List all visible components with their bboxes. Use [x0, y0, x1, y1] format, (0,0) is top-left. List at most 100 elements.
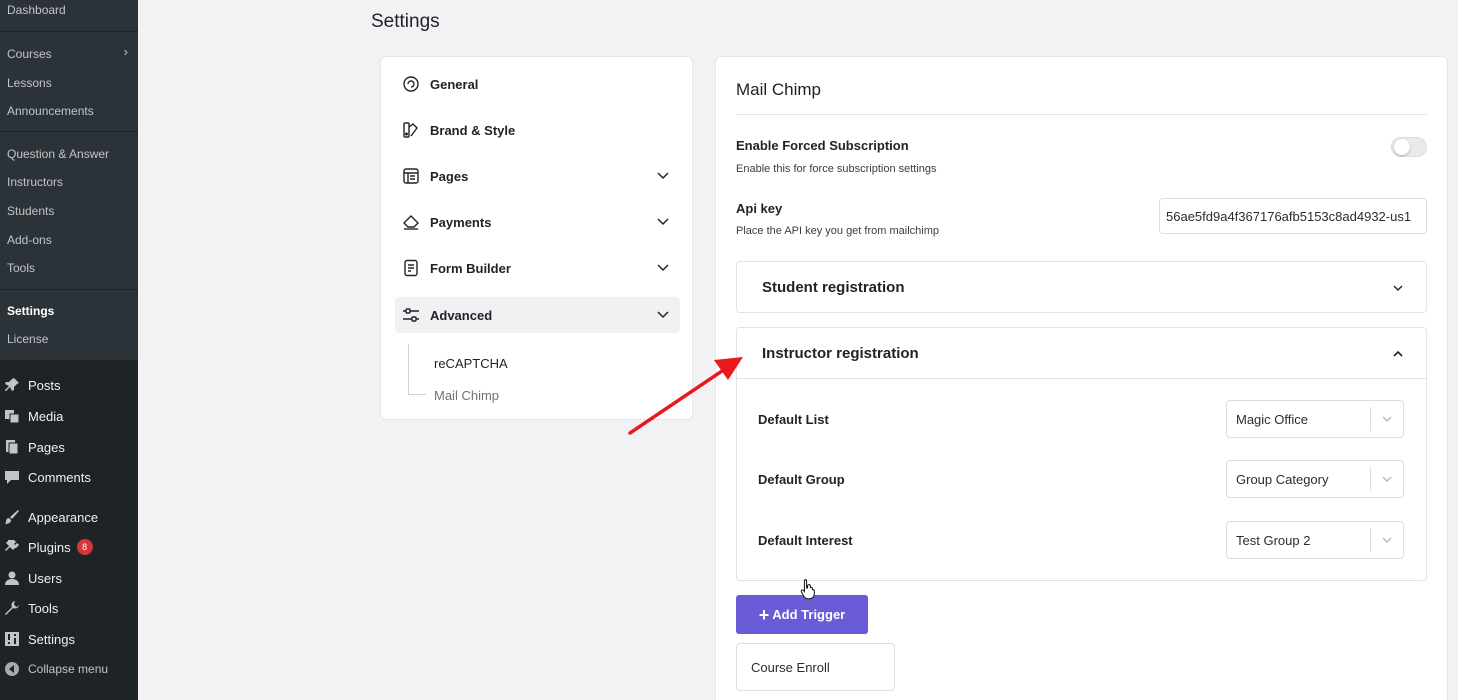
submenu-divider [0, 289, 138, 290]
settings-icon [4, 631, 20, 647]
forced-subscription-label: Enable Forced Subscription [736, 138, 909, 153]
api-key-label: Api key [736, 201, 783, 216]
submenu-announcements[interactable]: Announcements [7, 104, 94, 118]
nav-item-brand-style[interactable]: Brand & Style [395, 112, 680, 148]
nav-item-label: Pages [430, 168, 469, 184]
subnav-item-recaptcha[interactable]: reCAPTCHA [434, 356, 508, 371]
comment-icon [4, 469, 20, 485]
accordion-header[interactable]: Instructor registration [737, 328, 1426, 378]
chevron-up-icon [1392, 347, 1404, 364]
select-value: Test Group 2 [1236, 532, 1311, 548]
default-interest-select[interactable]: Test Group 2 [1226, 521, 1404, 559]
nav-item-label: Advanced [430, 307, 493, 323]
general-icon [402, 75, 420, 93]
accordion-title: Instructor registration [762, 344, 919, 362]
hand-cursor-icon [800, 579, 815, 600]
pin-icon [4, 377, 20, 393]
chevron-down-icon [1371, 534, 1403, 546]
menu-item-media[interactable]: Media [0, 404, 138, 428]
media-icon [4, 408, 20, 424]
accordion-body: Default List Magic Office Default Group … [737, 378, 1426, 580]
subnav-tree-tick [408, 394, 426, 395]
nav-item-payments[interactable]: Payments [395, 204, 680, 240]
chevron-down-icon [656, 214, 670, 231]
submenu-dashboard[interactable]: Dashboard [7, 3, 66, 17]
menu-item-comments[interactable]: Comments [0, 465, 138, 489]
menu-item-label: Comments [28, 469, 91, 485]
submenu-divider [0, 31, 138, 32]
select-value: Group Category [1236, 471, 1329, 487]
mailchimp-settings-card: Mail Chimp Enable Forced Subscription En… [715, 56, 1448, 700]
menu-item-tools[interactable]: Tools [0, 596, 138, 620]
default-interest-label: Default Interest [758, 533, 853, 548]
api-key-input[interactable] [1159, 198, 1427, 234]
submenu-settings[interactable]: Settings [7, 304, 54, 318]
menu-item-pages[interactable]: Pages [0, 435, 138, 459]
menu-item-plugins[interactable]: Plugins 8 [0, 535, 138, 559]
nav-item-label: Payments [430, 214, 492, 230]
menu-item-posts[interactable]: Posts [0, 373, 138, 397]
menu-item-settings[interactable]: Settings [0, 627, 138, 651]
collapse-icon [4, 661, 20, 677]
menu-item-label: Tools [28, 600, 59, 616]
plug-icon [4, 539, 20, 555]
submenu-students[interactable]: Students [7, 204, 54, 218]
chevron-down-icon [656, 260, 670, 277]
subnav-item-mail-chimp[interactable]: Mail Chimp [434, 388, 499, 403]
add-trigger-button[interactable]: + Add Trigger [736, 595, 868, 634]
menu-item-appearance[interactable]: Appearance [0, 505, 138, 529]
submenu-tools[interactable]: Tools [7, 261, 35, 275]
add-trigger-label: Add Trigger [772, 607, 846, 622]
default-group-label: Default Group [758, 472, 845, 487]
chevron-down-icon [1371, 473, 1403, 485]
submenu-divider [0, 131, 138, 132]
menu-item-label: Settings [28, 631, 75, 647]
menu-item-users[interactable]: Users [0, 566, 138, 590]
submenu-instructors[interactable]: Instructors [7, 175, 63, 189]
pages-icon [402, 167, 420, 185]
trigger-label: Course Enroll [751, 659, 830, 675]
default-list-select[interactable]: Magic Office [1226, 400, 1404, 438]
section-divider [736, 114, 1427, 115]
subnav-tree-line [408, 344, 409, 394]
toggle-knob [1394, 139, 1410, 155]
trigger-course-enroll[interactable]: Course Enroll [736, 643, 895, 691]
collapse-menu-button[interactable]: Collapse menu [0, 657, 138, 681]
wp-admin-sidebar: Dashboard Courses › Lessons Announcement… [0, 0, 138, 700]
menu-item-label: Pages [28, 439, 65, 455]
nav-item-label: Form Builder [430, 260, 511, 276]
brand-style-icon [402, 121, 420, 139]
form-builder-icon [402, 259, 420, 277]
student-registration-accordion[interactable]: Student registration [736, 261, 1427, 313]
nav-item-label: General [430, 76, 479, 92]
pages-icon [4, 439, 20, 455]
chevron-down-icon [1392, 281, 1404, 298]
accordion-header[interactable]: Student registration [737, 262, 1426, 312]
payments-icon [402, 213, 420, 231]
forced-subscription-toggle[interactable] [1391, 137, 1427, 157]
submenu-license[interactable]: License [7, 332, 48, 346]
menu-item-label: Plugins [28, 539, 71, 555]
nav-item-form-builder[interactable]: Form Builder [395, 250, 680, 286]
submenu-courses[interactable]: Courses [7, 47, 52, 61]
submenu-question-answer[interactable]: Question & Answer [7, 147, 109, 161]
chevron-down-icon [656, 307, 670, 324]
submenu-add-ons[interactable]: Add-ons [7, 233, 52, 247]
nav-item-general[interactable]: General [395, 66, 680, 102]
nav-item-pages[interactable]: Pages [395, 158, 680, 194]
plus-icon: + [758, 604, 770, 625]
chevron-down-icon [656, 168, 670, 185]
instructor-registration-accordion[interactable]: Instructor registration Default List Mag… [736, 327, 1427, 581]
forced-subscription-help: Enable this for force subscription setti… [736, 163, 937, 175]
section-title: Mail Chimp [736, 80, 822, 99]
page-title: Settings [371, 11, 440, 32]
nav-item-advanced[interactable]: Advanced [395, 297, 680, 333]
submenu-lessons[interactable]: Lessons [7, 76, 52, 90]
default-list-label: Default List [758, 412, 829, 427]
chevron-right-icon: › [123, 44, 128, 59]
default-group-select[interactable]: Group Category [1226, 460, 1404, 498]
annotation-arrow-icon [628, 357, 743, 435]
accordion-title: Student registration [762, 278, 905, 296]
select-value: Magic Office [1236, 411, 1309, 427]
menu-item-label: Appearance [28, 509, 99, 525]
